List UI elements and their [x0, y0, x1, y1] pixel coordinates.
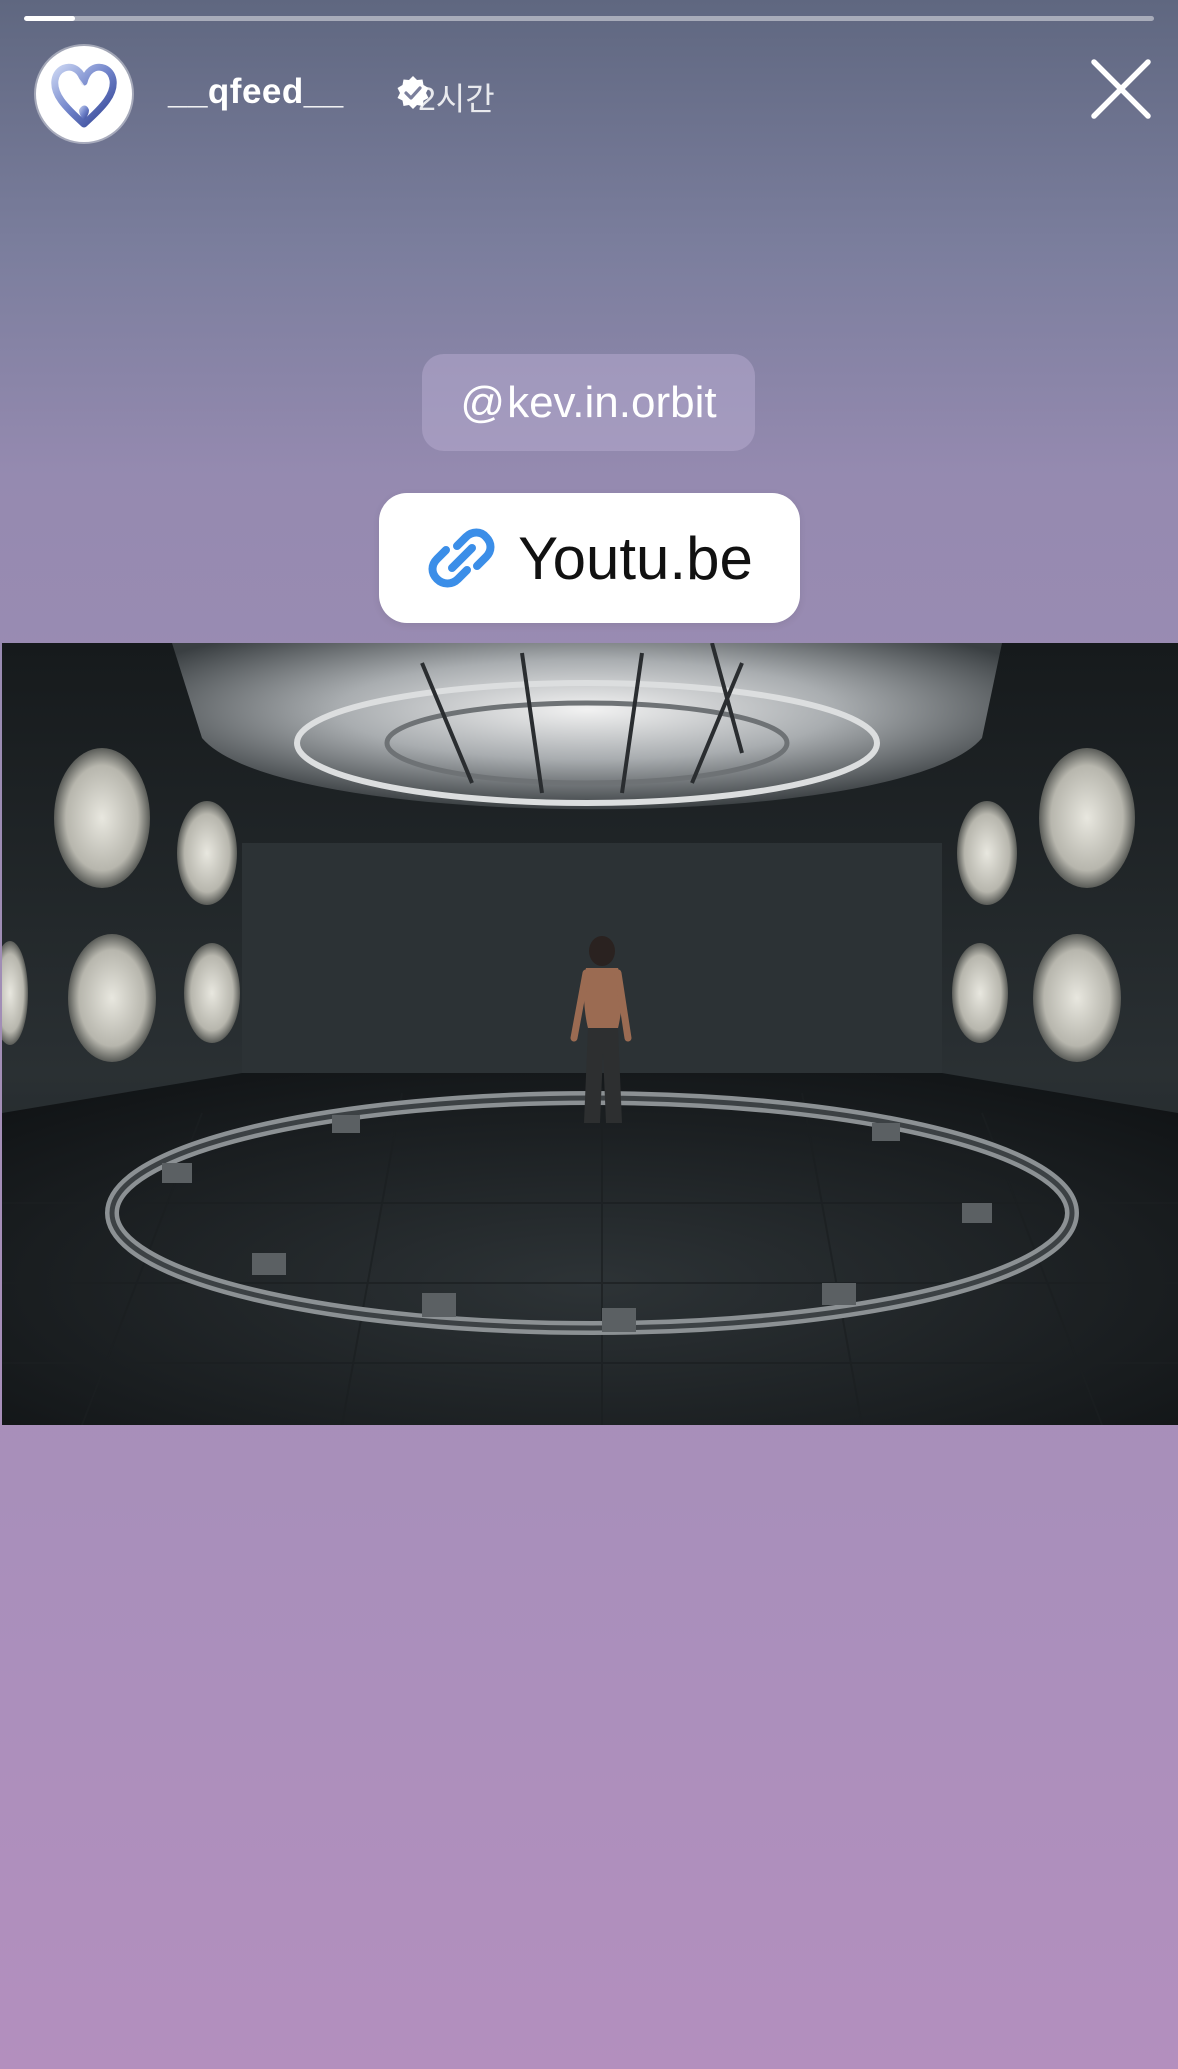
threads-logo-icon: @: [460, 377, 506, 427]
story-media-image: [2, 643, 1178, 1425]
link-icon: [428, 528, 495, 588]
story-progress-fill: [24, 16, 75, 21]
heart-logo-icon: [51, 63, 117, 128]
link-sticker[interactable]: Youtu.be: [379, 493, 800, 623]
video-frame-illustration: [2, 643, 1178, 1425]
post-timestamp: 2시간: [418, 81, 495, 117]
threads-mention-sticker[interactable]: @ kev.in.orbit: [422, 354, 755, 451]
close-icon: [1091, 59, 1151, 119]
link-label: Youtu.be: [518, 524, 753, 592]
close-button[interactable]: [1088, 56, 1154, 122]
username[interactable]: __qfeed__: [168, 72, 344, 112]
avatar[interactable]: [36, 46, 132, 142]
story-header: __qfeed__ 2시간: [36, 46, 1154, 142]
story-progress-bar: [24, 16, 1154, 21]
threads-handle: kev.in.orbit: [507, 377, 717, 427]
